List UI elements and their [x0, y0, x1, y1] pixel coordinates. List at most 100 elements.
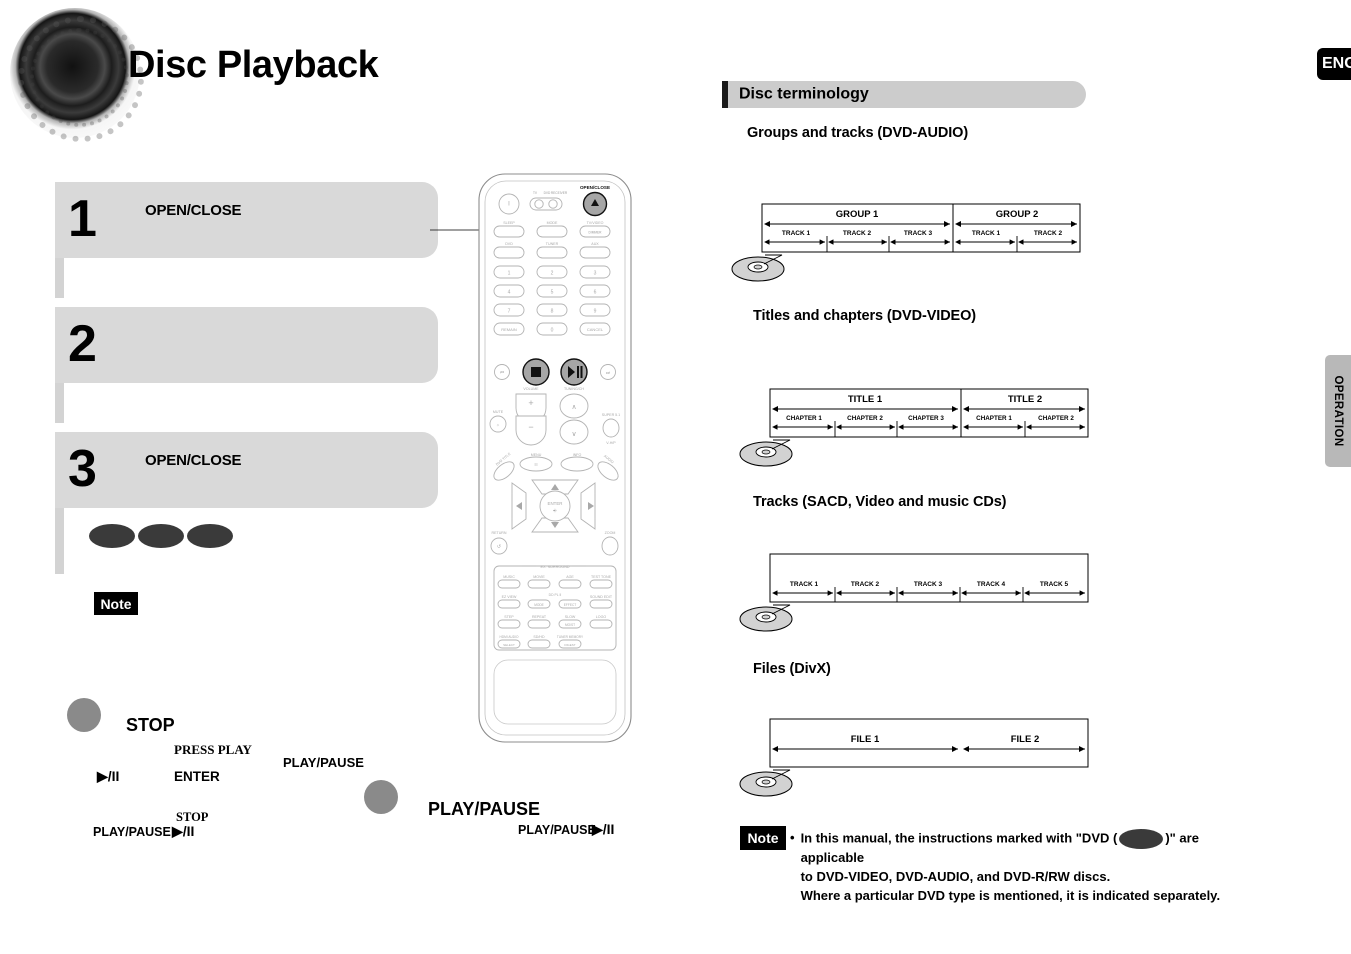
bottom-note-line-3: Where a particular DVD type is mentioned…	[800, 887, 1221, 903]
svg-text:TITLE 1: TITLE 1	[848, 394, 883, 405]
language-tab: ENG	[1317, 48, 1351, 80]
svg-text:↺: ↺	[497, 544, 501, 550]
svg-text:VOLUME: VOLUME	[523, 387, 539, 391]
step-1: 1 OPEN/CLOSE	[55, 182, 438, 258]
svg-text:REMAIN: REMAIN	[501, 327, 517, 332]
page-title: Disc Playback	[128, 44, 379, 86]
svg-text:TRACK 2: TRACK 2	[843, 230, 872, 237]
step-1-number: 1	[68, 189, 97, 248]
svg-text:4: 4	[508, 290, 511, 296]
bottom-note-line-1: In this manual, the instructions marked …	[801, 829, 1260, 868]
svg-text:GROUP 1: GROUP 1	[836, 209, 879, 220]
svg-text:TUNING/CH: TUNING/CH	[564, 387, 584, 391]
diagram-tracks: TRACK 1 TRACK 2 TRACK 3 TRACK 4 TRACK 5	[738, 550, 1098, 640]
play-pause-glyph-3: ▶/II	[592, 821, 615, 837]
svg-text:MODE: MODE	[547, 221, 558, 225]
svg-text:CHAPTER 1: CHAPTER 1	[976, 415, 1012, 422]
svg-text:TRACK 2: TRACK 2	[851, 581, 880, 588]
section-heading-tracks: Tracks (SACD, Video and music CDs)	[753, 494, 1007, 510]
step-1-label: OPEN/CLOSE	[145, 202, 242, 219]
svg-text:⏮: ⏮	[500, 370, 504, 375]
svg-text:MO/ST: MO/ST	[565, 623, 575, 627]
svg-text:TEST TONE: TEST TONE	[591, 575, 612, 579]
left-note-label: Note	[100, 595, 132, 612]
svg-text:∨: ∨	[571, 431, 576, 438]
section-heading-files-divx: Files (DivX)	[753, 661, 831, 677]
svg-text:DVD: DVD	[505, 242, 513, 246]
svg-text:FILE 2: FILE 2	[1011, 734, 1040, 745]
svg-text:CANCEL: CANCEL	[587, 327, 604, 332]
step-3-label: OPEN/CLOSE	[145, 452, 242, 469]
diagram-groups-tracks: GROUP 1 GROUP 2 TRACK 1 TRACK 2 TRACK 3 …	[730, 200, 1090, 290]
disc-type-pill-3	[187, 524, 233, 548]
svg-text:0: 0	[551, 328, 554, 334]
bottom-note-line-1-before: In this manual, the instructions marked …	[800, 830, 1118, 846]
svg-text:V-H/P: V-H/P	[606, 441, 616, 445]
step-2: 2	[55, 307, 438, 383]
bottom-note-line-2: to DVD-VIDEO, DVD-AUDIO, and DVD-R/RW di…	[800, 868, 1111, 884]
stop-label: STOP	[126, 715, 175, 735]
language-tab-label: ENG	[1322, 55, 1351, 72]
svg-text:TRACK 3: TRACK 3	[914, 581, 943, 588]
svg-text:5: 5	[551, 290, 554, 296]
disc-terminology-label: Disc terminology	[739, 85, 869, 103]
step-3: 3 OPEN/CLOSE	[55, 432, 438, 508]
bottom-note-label: Note	[747, 830, 779, 846]
svg-text:−: −	[528, 422, 533, 432]
play-pause-label-big: PLAY/PAUSE	[428, 799, 541, 819]
svg-text:TUNER: TUNER	[546, 242, 559, 246]
svg-text:EX. SURROUND: EX. SURROUND	[540, 565, 569, 569]
svg-text:SLEEP: SLEEP	[503, 221, 515, 225]
svg-text:RETURN: RETURN	[492, 531, 507, 535]
step-1-stem	[55, 258, 64, 298]
section-heading-groups-tracks: Groups and tracks (DVD-AUDIO)	[747, 125, 969, 141]
svg-text:∧: ∧	[571, 404, 576, 411]
svg-text:DD PL II: DD PL II	[549, 593, 562, 597]
svg-text:SD/HD: SD/HD	[533, 635, 545, 639]
svg-text:CHAPTER 1: CHAPTER 1	[786, 415, 822, 422]
press-play-label: PRESS PLAY	[174, 742, 252, 757]
svg-text:STEP: STEP	[504, 615, 514, 619]
bottom-note-body: • In this manual, the instructions marke…	[790, 829, 1260, 906]
play-pause-glyph-2: ▶/II	[172, 823, 195, 839]
svg-text:7: 7	[508, 309, 511, 315]
svg-text:HDMI AUDIO: HDMI AUDIO	[500, 635, 519, 639]
svg-text:INFO: INFO	[573, 453, 582, 457]
play-pause-bullet-circle	[364, 780, 398, 814]
play-pause-glyph-1: ▶/II	[97, 768, 120, 784]
svg-text:TITLE 2: TITLE 2	[1008, 394, 1042, 405]
svg-text:OPEN/CLOSE: OPEN/CLOSE	[580, 185, 610, 190]
svg-text:TRACK 4: TRACK 4	[977, 581, 1006, 588]
svg-text:LOGO: LOGO	[596, 615, 607, 619]
svg-text:⏭: ⏭	[606, 370, 610, 375]
play-pause-label-left: PLAY/PAUSE	[93, 825, 171, 839]
section-tab-operation: OPERATION	[1325, 355, 1351, 467]
disc-terminology-header: Disc terminology	[722, 81, 1086, 108]
svg-text:SUPER 5.1: SUPER 5.1	[602, 413, 620, 417]
step-2-number: 2	[68, 314, 97, 373]
remote-control-diagram: .rb { fill:#fff; stroke:#b3b3b3; stroke-…	[474, 168, 636, 748]
svg-text:SLOW: SLOW	[565, 615, 576, 619]
svg-text:CHAPTER 2: CHAPTER 2	[847, 415, 883, 422]
svg-text:MENU: MENU	[531, 453, 542, 457]
svg-text:TUNER MEMORY: TUNER MEMORY	[557, 635, 584, 639]
svg-text:ZOOM: ZOOM	[605, 531, 616, 535]
disc-type-pill-1	[89, 524, 135, 548]
svg-text:6: 6	[594, 290, 597, 296]
svg-text:8: 8	[551, 309, 554, 315]
svg-text:EFFECT: EFFECT	[564, 603, 576, 607]
svg-text:DIMMER: DIMMER	[589, 231, 603, 235]
svg-text:TRACK 1: TRACK 1	[790, 581, 819, 588]
svg-text:1: 1	[508, 271, 511, 277]
play-pause-label-small-2: PLAY/PAUSE	[518, 823, 596, 837]
svg-text:TRACK 5: TRACK 5	[1040, 581, 1069, 588]
svg-text:REPEAT: REPEAT	[532, 615, 547, 619]
svg-text:☼: ☼	[496, 422, 500, 427]
svg-text:TRACK 1: TRACK 1	[782, 230, 811, 237]
diagram-files-divx: FILE 1 FILE 2	[738, 715, 1098, 805]
diagram-titles-chapters: TITLE 1 TITLE 2 CHAPTER 1 CHAPTER 2 CHAP…	[738, 385, 1098, 475]
step-2-stem	[55, 383, 64, 423]
bottom-note-badge: Note	[740, 826, 786, 850]
step-3-stem	[55, 508, 64, 574]
svg-text:DIGEST: DIGEST	[564, 643, 575, 647]
